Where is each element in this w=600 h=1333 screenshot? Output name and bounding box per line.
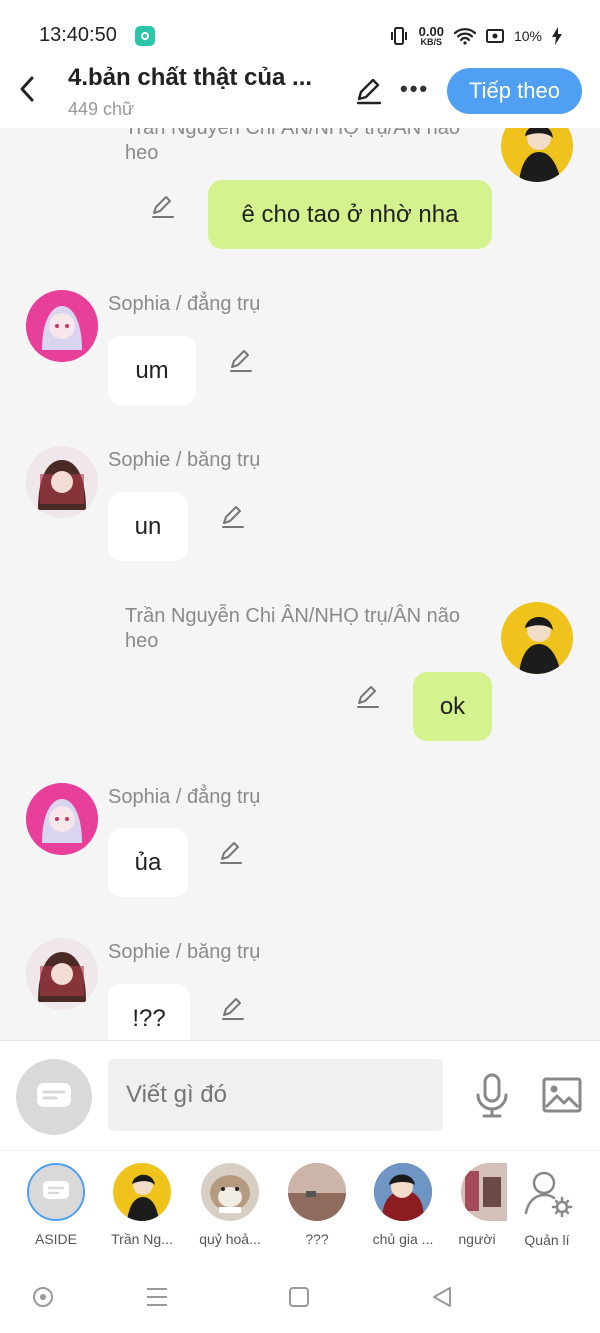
user-settings-icon — [524, 1171, 573, 1218]
more-options-icon[interactable]: ••• — [400, 76, 429, 102]
manage-characters-button[interactable]: Quản lí — [507, 1163, 587, 1248]
character-nguoi[interactable]: người — [447, 1163, 507, 1247]
aside-avatar — [27, 1163, 85, 1221]
vibrate-icon — [390, 27, 407, 45]
message-sender-name: Sophia / đẳng trụ — [108, 293, 261, 315]
message-sender-name: Sophia / đẳng trụ — [108, 786, 261, 808]
avatar-sophia[interactable] — [26, 783, 98, 855]
screen-record-icon — [485, 29, 504, 43]
back-arrow-icon[interactable] — [16, 74, 38, 104]
character-unknown[interactable]: ??? — [277, 1163, 357, 1247]
menu-icon[interactable] — [145, 1286, 169, 1308]
charging-icon — [552, 27, 562, 45]
message-bubble[interactable]: un — [108, 492, 188, 561]
message-bubble[interactable]: !?? — [108, 984, 190, 1040]
character-aside[interactable]: ASIDE — [16, 1163, 96, 1247]
message-bubble[interactable]: ủa — [108, 828, 188, 897]
character-quy-hoa[interactable]: quỷ hoả... — [190, 1163, 270, 1247]
edit-message-icon[interactable] — [220, 996, 246, 1022]
edit-message-icon[interactable] — [228, 348, 254, 374]
document-title: 4.bản chất thật của ... — [68, 64, 313, 91]
character-label: quỷ hoả... — [199, 1231, 261, 1247]
edit-message-icon[interactable] — [220, 504, 246, 530]
character-label: Quản lí — [524, 1232, 570, 1248]
character-label: ??? — [305, 1231, 329, 1247]
message-sender-name: Trần Nguyễn Chi ÂN/NHỌ trụ/ÂN não heo — [125, 605, 460, 652]
message-input[interactable] — [108, 1059, 443, 1131]
message-bubble[interactable]: ê cho tao ở nhờ nha — [208, 180, 492, 249]
avatar-sophia[interactable] — [26, 290, 98, 362]
aside-toggle-button[interactable] — [16, 1059, 92, 1135]
status-time: 13:40:50 — [39, 24, 117, 46]
character-label: ASIDE — [34, 1231, 77, 1247]
character-avatar — [461, 1163, 507, 1221]
avatar-sophie[interactable] — [26, 938, 98, 1010]
character-tran[interactable]: Trần Ng... — [102, 1163, 182, 1247]
avatar-tran-nguyen[interactable] — [501, 128, 573, 182]
back-triangle-icon[interactable] — [430, 1285, 454, 1309]
character-avatar — [201, 1163, 259, 1221]
assistant-circle-icon[interactable] — [32, 1286, 54, 1308]
system-navigation-bar — [0, 1260, 600, 1333]
message-sender-name: Trần Nguyễn Chi ÂN/NHỌ trụ/ÂN não heo — [125, 128, 460, 164]
message-bubble[interactable]: ok — [413, 672, 492, 741]
edit-message-icon[interactable] — [218, 840, 244, 866]
chat-messages[interactable]: Trần Nguyễn Chi ÂN/NHỌ trụ/ÂN não heo ê … — [0, 128, 600, 1040]
top-app-bar: 4.bản chất thật của ... 449 chữ ••• Tiếp… — [0, 60, 600, 128]
microphone-icon[interactable] — [474, 1073, 510, 1119]
home-square-icon[interactable] — [288, 1286, 310, 1308]
character-selector: ASIDE Trần Ng... quỷ hoả... ??? chủ gia … — [0, 1150, 600, 1261]
status-bar: 13:40:50 0.00 KB/S 10% — [0, 0, 600, 60]
edit-message-icon[interactable] — [355, 684, 381, 710]
word-count: 449 chữ — [68, 99, 135, 119]
message-composer — [0, 1040, 600, 1151]
edit-message-icon[interactable] — [150, 194, 176, 220]
character-avatar — [113, 1163, 171, 1221]
character-label: Trần Ng... — [111, 1231, 173, 1247]
avatar-sophie[interactable] — [26, 446, 98, 518]
wifi-icon — [453, 28, 476, 45]
avatar-tran-nguyen[interactable] — [501, 602, 573, 674]
battery-percent: 10% — [513, 28, 542, 44]
image-upload-icon[interactable] — [542, 1077, 582, 1113]
chat-bubble-icon — [37, 1083, 71, 1107]
character-label: người — [458, 1231, 496, 1247]
character-avatar — [374, 1163, 432, 1221]
character-label: chủ gia ... — [372, 1231, 434, 1247]
message-sender-name: Sophie / băng trụ — [108, 449, 261, 471]
next-button[interactable]: Tiếp theo — [447, 68, 582, 114]
message-sender-name: Sophie / băng trụ — [108, 941, 261, 963]
message-bubble[interactable]: um — [108, 336, 196, 405]
edit-pencil-icon[interactable] — [354, 76, 384, 106]
status-indicators: 0.00 KB/S 10% — [389, 24, 562, 48]
app-notification-icon — [135, 26, 155, 46]
character-avatar — [288, 1163, 346, 1221]
network-speed: 0.00 KB/S — [418, 23, 444, 47]
character-chu-gia[interactable]: chủ gia ... — [363, 1163, 443, 1247]
